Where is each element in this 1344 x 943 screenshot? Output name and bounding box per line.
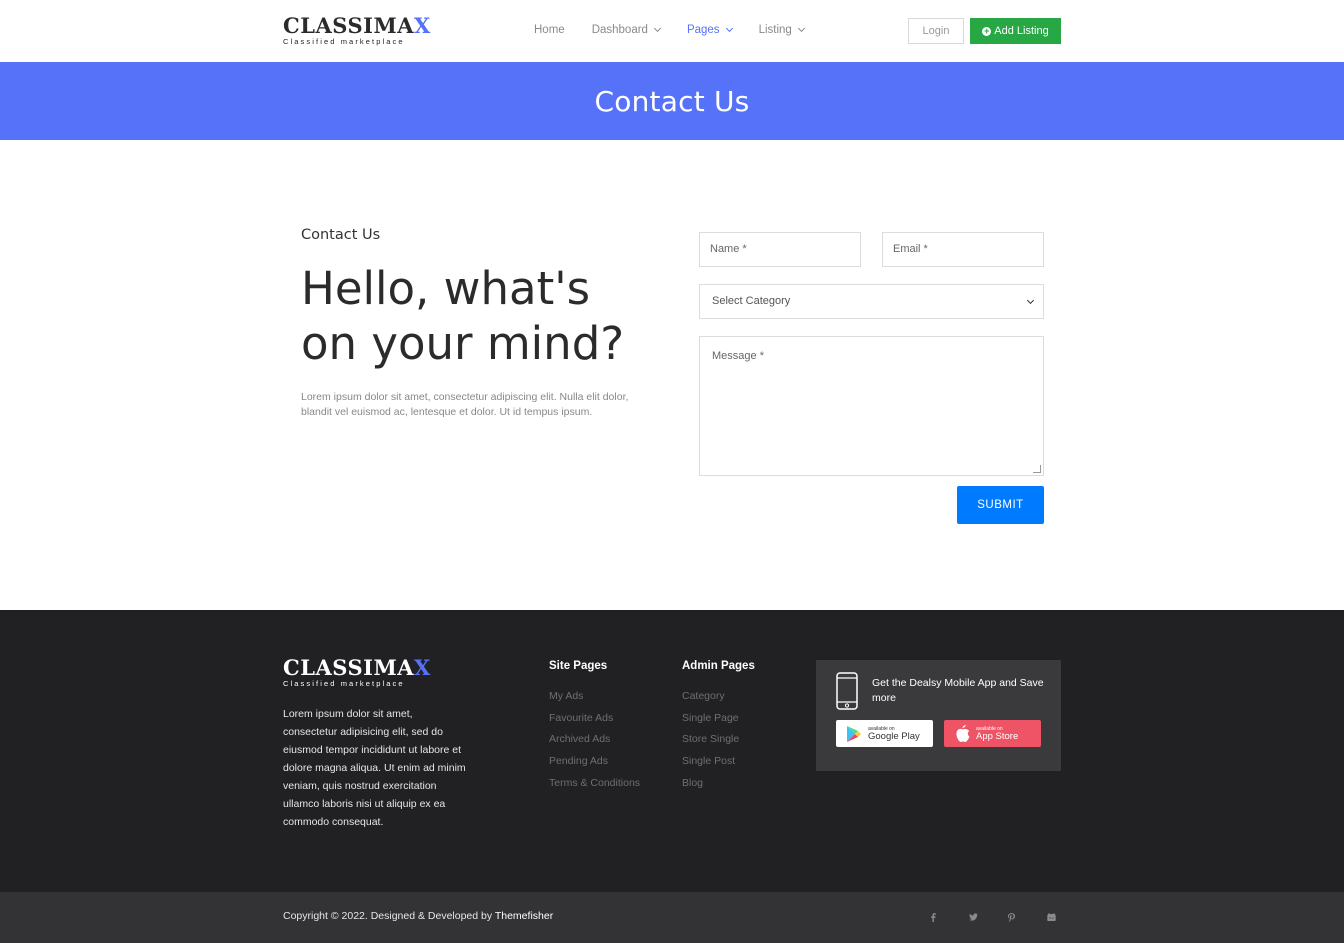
footer-link-single-post[interactable]: Single Post xyxy=(682,751,755,773)
footer-link-favourite-ads[interactable]: Favourite Ads xyxy=(549,708,640,730)
message-placeholder: Message * xyxy=(712,350,764,362)
mobile-app-promo: Get the Dealsy Mobile App and Save more … xyxy=(816,660,1061,771)
submit-button[interactable]: SUBMIT xyxy=(957,486,1044,524)
google-play-big-text: Google Play xyxy=(868,730,920,742)
login-button[interactable]: Login xyxy=(908,18,964,44)
logo-text: CLASSIMAX xyxy=(283,13,431,38)
footer-about-text: Lorem ipsum dolor sit amet, consectetur … xyxy=(283,708,466,828)
footer-logo-text: CLASSIMAX xyxy=(283,655,431,680)
facebook-icon[interactable] xyxy=(930,910,969,924)
add-listing-button[interactable]: + Add Listing xyxy=(970,18,1061,44)
contact-heading: Hello, what's on your mind? xyxy=(301,261,641,371)
nav-label: Listing xyxy=(758,24,792,36)
category-selected-value: Select Category xyxy=(712,295,791,307)
logo-main-text: CLASSIMA xyxy=(283,13,415,38)
heading-line-1: Hello, what's xyxy=(301,262,591,315)
google-play-button[interactable]: available on Google Play xyxy=(836,720,933,747)
footer-link-blog[interactable]: Blog xyxy=(682,773,755,795)
footer-logo-tagline: Classified marketplace xyxy=(283,679,405,688)
resize-handle-icon[interactable] xyxy=(1033,465,1041,473)
footer-link-my-ads[interactable]: My Ads xyxy=(549,686,640,708)
footer-link-terms[interactable]: Terms & Conditions xyxy=(549,773,640,795)
mobile-phone-icon xyxy=(836,672,858,710)
plus-circle-icon: + xyxy=(982,25,992,36)
pinterest-icon[interactable] xyxy=(1008,910,1047,924)
logo-tagline: Classified marketplace xyxy=(283,37,405,46)
heading-line-2: on your mind? xyxy=(301,317,625,370)
footer-link-pending-ads[interactable]: Pending Ads xyxy=(549,751,640,773)
email-field[interactable]: Email * xyxy=(882,232,1044,267)
main-nav: Home Dashboard Pages Listing xyxy=(534,24,831,36)
site-logo[interactable]: CLASSIMAX Classified marketplace xyxy=(283,13,431,46)
app-store-big-text: App Store xyxy=(976,730,1019,742)
nav-label: Home xyxy=(534,24,565,36)
chevron-down-icon xyxy=(797,24,805,33)
category-select[interactable]: Select Category xyxy=(699,284,1044,319)
footer-column-title: Site Pages xyxy=(549,660,608,672)
app-store-label: available on App Store xyxy=(976,726,1018,742)
footer-link-archived-ads[interactable]: Archived Ads xyxy=(549,729,640,751)
footer-link-store-single[interactable]: Store Single xyxy=(682,729,755,751)
chevron-down-icon xyxy=(725,24,733,33)
footer-admin-pages: Admin Pages Category Single Page Store S… xyxy=(682,660,755,795)
footer-logo-main: CLASSIMA xyxy=(283,655,415,680)
nav-item-home[interactable]: Home xyxy=(534,24,565,36)
contact-intro: Contact Us Hello, what's on your mind? L… xyxy=(301,227,641,420)
logo-accent-text: X xyxy=(414,13,431,38)
add-listing-label: Add Listing xyxy=(994,25,1049,37)
footer-site-pages: Site Pages My Ads Favourite Ads Archived… xyxy=(549,660,640,795)
chevron-down-icon xyxy=(1026,296,1035,305)
contact-kicker: Contact Us xyxy=(301,227,381,243)
google-play-icon xyxy=(847,725,861,742)
app-store-button[interactable]: available on App Store xyxy=(944,720,1041,747)
site-footer: CLASSIMAX Classified marketplace Lorem i… xyxy=(0,610,1344,892)
footer-link-single-page[interactable]: Single Page xyxy=(682,708,755,730)
footer-link-category[interactable]: Category xyxy=(682,686,755,708)
app-promo-text: Get the Dealsy Mobile App and Save more xyxy=(872,677,1044,704)
google-play-label: available on Google Play xyxy=(868,726,920,742)
footer-bottom-bar: Copyright © 2022. Designed & Developed b… xyxy=(0,892,1344,943)
nav-item-dashboard[interactable]: Dashboard xyxy=(591,24,661,36)
chevron-down-icon xyxy=(653,24,661,33)
footer-logo[interactable]: CLASSIMAX Classified marketplace xyxy=(283,655,431,688)
social-links xyxy=(930,910,1086,924)
github-icon[interactable] xyxy=(1047,910,1086,924)
copyright-prefix: Copyright © 2022. Designed & Developed b… xyxy=(283,910,495,922)
copyright-text: Copyright © 2022. Designed & Developed b… xyxy=(283,910,553,922)
apple-icon xyxy=(956,724,970,742)
name-field[interactable]: Name * xyxy=(699,232,861,267)
nav-item-pages[interactable]: Pages xyxy=(686,24,733,36)
message-textarea[interactable]: Message * xyxy=(699,336,1044,476)
top-navbar: CLASSIMAX Classified marketplace Home Da… xyxy=(0,0,1344,62)
footer-logo-accent: X xyxy=(414,655,431,680)
copyright-brand-link[interactable]: Themefisher xyxy=(495,910,553,922)
contact-description: Lorem ipsum dolor sit amet, consectetur … xyxy=(301,391,629,418)
twitter-icon[interactable] xyxy=(969,910,1008,924)
name-placeholder: Name * xyxy=(710,243,747,255)
nav-item-listing[interactable]: Listing xyxy=(758,24,805,36)
page-title: Contact Us xyxy=(594,84,750,118)
footer-column-title: Admin Pages xyxy=(682,660,755,672)
email-placeholder: Email * xyxy=(893,243,928,255)
page-banner: Contact Us xyxy=(0,62,1344,140)
nav-label: Dashboard xyxy=(591,24,648,36)
nav-label: Pages xyxy=(686,24,720,36)
